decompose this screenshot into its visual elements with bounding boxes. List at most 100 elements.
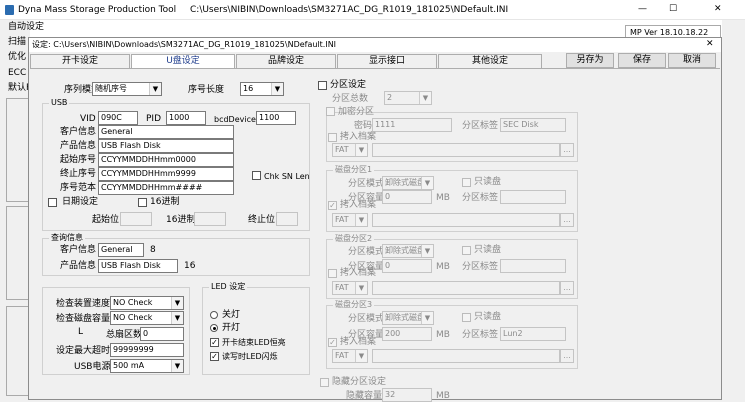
pid-field[interactable]: 1000 <box>166 111 206 125</box>
encrypt-checkbox[interactable] <box>326 107 335 116</box>
cancel-button[interactable]: 取消 <box>668 53 716 68</box>
end-flash-checkbox[interactable]: ✓ <box>210 338 219 347</box>
disk1-browse-button[interactable]: ... <box>560 213 574 227</box>
query-product-field[interactable]: USB Flash Disk <box>98 259 178 273</box>
encrypt-label-field[interactable]: SEC Disk <box>500 118 566 132</box>
dialog-close-icon[interactable]: ✕ <box>706 39 714 50</box>
disk3-readonly-checkbox[interactable] <box>462 313 471 322</box>
usb-power-label: USB电源 <box>74 362 111 372</box>
chk-sn-len-checkbox[interactable] <box>252 171 261 180</box>
tab-card-settings[interactable]: 开卡设定 <box>30 54 130 68</box>
vid-field[interactable]: 090C <box>98 111 138 125</box>
vid-label: VID <box>80 114 96 124</box>
disk2-cap-field[interactable]: 0 <box>382 259 432 273</box>
disk2-label-field[interactable] <box>500 259 566 273</box>
menu-item-auto[interactable]: 自动设定 <box>8 22 44 33</box>
disk3-copy-checkbox[interactable]: ✓ <box>328 338 337 347</box>
menu-item-ecc[interactable]: ECC <box>8 68 26 79</box>
tab-brand-settings[interactable]: 品牌设定 <box>236 54 336 68</box>
menu-item-scan[interactable]: 扫描 <box>8 37 26 48</box>
disk1-readonly-checkbox[interactable] <box>462 178 471 187</box>
disk1-copy-label: 拷入档案 <box>340 200 377 210</box>
disk3-label-label: 分区标签 <box>462 330 499 340</box>
disk1-label-label: 分区标签 <box>462 193 499 203</box>
port-panel-2 <box>6 206 30 300</box>
tab-other-settings[interactable]: 其他设定 <box>438 54 542 68</box>
disk2-mode-select[interactable]: 卸除式磁盘 ▼ <box>382 244 434 258</box>
start-serial-field[interactable]: CCYYMMDDHHmm0000 <box>98 153 234 167</box>
close-icon[interactable]: ✕ <box>714 4 722 15</box>
disk3-mode-select[interactable]: 卸除式磁盘 ▼ <box>382 311 434 325</box>
disk3-mb-label: MB <box>436 330 450 340</box>
hex2-field[interactable] <box>194 212 226 226</box>
rw-flash-checkbox[interactable]: ✓ <box>210 352 219 361</box>
disk1-cap-field[interactable]: 0 <box>382 190 432 204</box>
disk3-file-field[interactable] <box>372 349 560 363</box>
disk1-file-field[interactable] <box>372 213 560 227</box>
device-speed-select[interactable]: NO Check ▼ <box>110 296 184 310</box>
start-pos-field[interactable] <box>120 212 152 226</box>
partition-count-select[interactable]: 2 ▼ <box>384 91 432 105</box>
led-on-radio[interactable] <box>210 324 218 332</box>
max-timeout-field[interactable]: 99999999 <box>110 343 184 357</box>
serial-sample-field[interactable]: CCYYMMDDHHmm#### <box>98 181 234 195</box>
disk2-file-field[interactable] <box>372 281 560 295</box>
serial-length-select[interactable]: 16 ▼ <box>240 82 284 96</box>
chevron-down-icon: ▼ <box>355 282 367 294</box>
encrypt-browse-button[interactable]: ... <box>560 143 574 157</box>
disk3-mode-label: 分区模式 <box>348 314 385 324</box>
disk3-label-field[interactable]: Lun2 <box>500 327 566 341</box>
chevron-down-icon: ▼ <box>355 214 367 226</box>
hidden-partition-checkbox[interactable] <box>320 378 329 387</box>
save-as-button[interactable]: 另存为 <box>566 53 614 68</box>
disk3-cap-field[interactable]: 200 <box>382 327 432 341</box>
disk2-fs-select[interactable]: FAT ▼ <box>332 281 368 295</box>
end-serial-field[interactable]: CCYYMMDDHHmm9999 <box>98 167 234 181</box>
end-pos-field[interactable] <box>276 212 298 226</box>
rw-flash-label: 读写时LED闪烁 <box>222 352 278 361</box>
date-setting-checkbox[interactable] <box>48 198 57 207</box>
disk2-browse-button[interactable]: ... <box>560 281 574 295</box>
bcd-field[interactable]: 1100 <box>256 111 296 125</box>
l-label: L <box>78 327 84 337</box>
disk3-browse-button[interactable]: ... <box>560 349 574 363</box>
disk1-fs-select[interactable]: FAT ▼ <box>332 213 368 227</box>
app-title: Dyna Mass Storage Production Tool <box>18 5 177 15</box>
disk1-copy-checkbox[interactable]: ✓ <box>328 201 337 210</box>
total-sectors-field[interactable]: 0 <box>140 327 184 341</box>
disk-capacity-select[interactable]: NO Check ▼ <box>110 311 184 325</box>
menu-item-opt[interactable]: 优化 <box>8 52 26 63</box>
save-button[interactable]: 保存 <box>618 53 666 68</box>
hex-checkbox[interactable] <box>138 198 147 207</box>
app-icon <box>5 5 14 15</box>
encrypt-password-label: 密码 <box>354 121 373 131</box>
tab-display-interface[interactable]: 显示接口 <box>337 54 437 68</box>
maximize-icon[interactable]: ☐ <box>669 4 677 15</box>
minimize-icon[interactable]: — <box>638 4 647 15</box>
encrypt-file-field[interactable] <box>372 143 560 157</box>
disk2-readonly-checkbox[interactable] <box>462 246 471 255</box>
led-off-radio[interactable] <box>210 311 218 319</box>
disk3-fs-select[interactable]: FAT ▼ <box>332 349 368 363</box>
tab-udisk-settings[interactable]: U盘设定 <box>131 54 235 68</box>
vendor-label: 客户信息 <box>60 127 97 137</box>
main-titlebar: Dyna Mass Storage Production Tool C:\Use… <box>0 0 745 20</box>
disk1-label-field[interactable] <box>500 190 566 204</box>
usb-power-select[interactable]: 500 mA ▼ <box>110 359 184 373</box>
encrypt-password-field[interactable]: 1111 <box>372 118 452 132</box>
product-field[interactable]: USB Flash Disk <box>98 139 234 153</box>
chevron-down-icon: ▼ <box>419 92 431 104</box>
vendor-field[interactable]: General <box>98 125 234 139</box>
disk2-copy-checkbox[interactable] <box>328 269 337 278</box>
hidden-cap-label: 隐藏容量 <box>346 391 383 401</box>
device-speed-label: 检查装置速度 <box>56 299 111 309</box>
encrypt-fs-select[interactable]: FAT ▼ <box>332 143 368 157</box>
partition-checkbox[interactable] <box>318 81 327 90</box>
disk1-mode-select[interactable]: 卸除式磁盘 ▼ <box>382 176 434 190</box>
encrypt-copy-checkbox[interactable] <box>328 133 337 142</box>
serial-mode-select[interactable]: 随机序号 ▼ <box>92 82 162 96</box>
max-timeout-label: 设定最大超时 <box>56 346 111 356</box>
query-product-len: 16 <box>184 261 196 271</box>
query-vendor-field[interactable]: General <box>98 243 144 257</box>
chevron-down-icon: ▼ <box>171 297 183 309</box>
